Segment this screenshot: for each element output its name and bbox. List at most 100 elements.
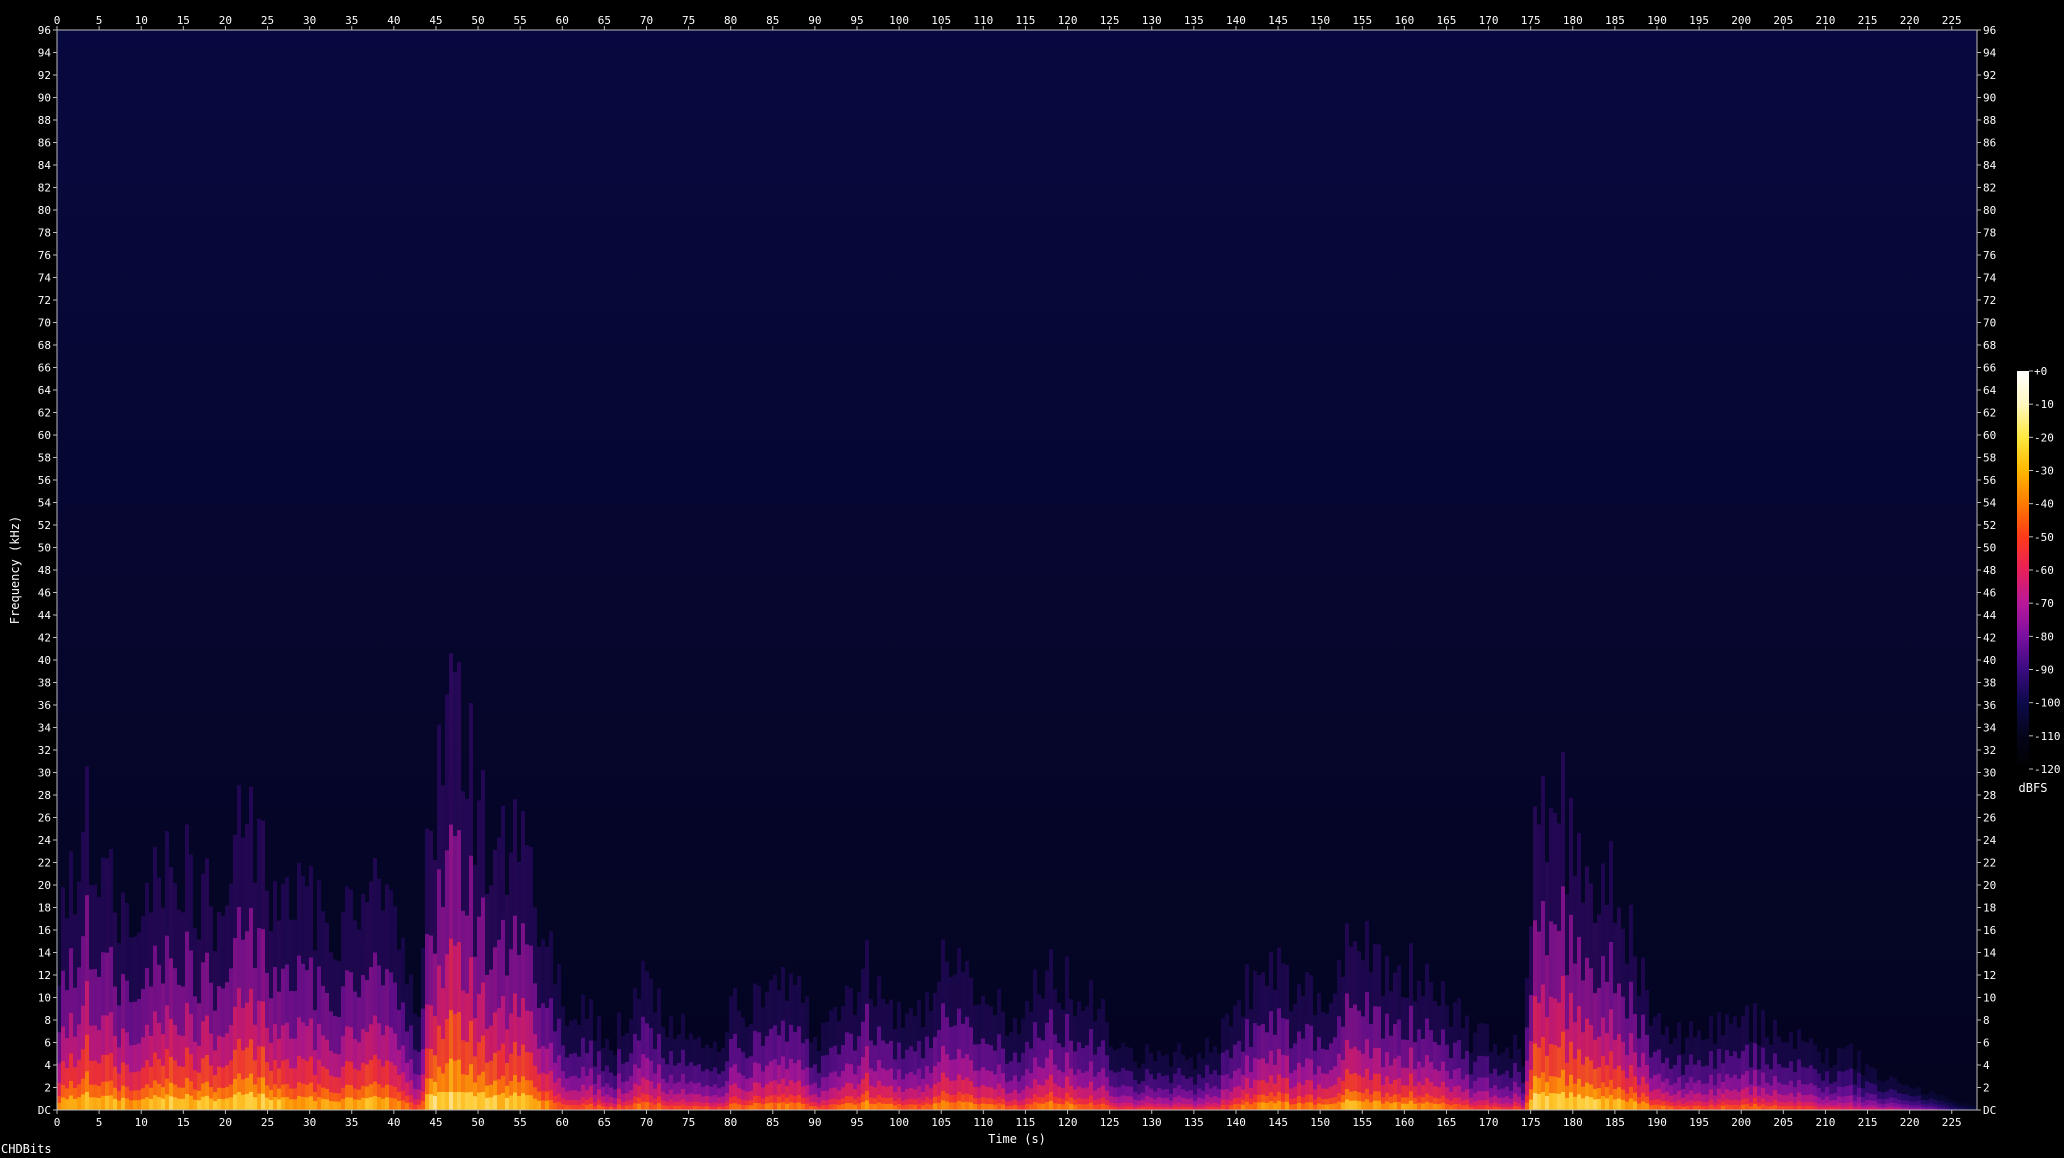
x-tick-label-top: 5 bbox=[96, 14, 103, 27]
spectrogram-column bbox=[1313, 1104, 1317, 1110]
y-tick-label-right: 42 bbox=[1983, 632, 1996, 645]
y-tick-label-right: 14 bbox=[1983, 947, 1997, 960]
spectrogram-column bbox=[665, 1105, 669, 1110]
spectrogram-column bbox=[1793, 1106, 1797, 1110]
spectrogram-column bbox=[1677, 1105, 1681, 1110]
spectrogram-column bbox=[1613, 1099, 1617, 1110]
spectrogram-column bbox=[153, 1095, 157, 1110]
spectrogram-column bbox=[729, 1103, 733, 1110]
spectrogram-column bbox=[1653, 1104, 1657, 1110]
spectrogram-column bbox=[69, 1095, 73, 1110]
x-tick-label-top: 15 bbox=[177, 14, 190, 27]
y-tick-label-right: 54 bbox=[1983, 497, 1997, 510]
spectrogram-column bbox=[945, 1101, 949, 1110]
spectrogram-column bbox=[561, 1104, 565, 1110]
spectrogram-column bbox=[129, 1100, 133, 1110]
spectrogram-column bbox=[117, 1100, 121, 1110]
spectrogram-column bbox=[441, 1092, 445, 1110]
spectrogram-column bbox=[793, 1102, 797, 1110]
x-tick-label-bottom: 55 bbox=[514, 1116, 527, 1129]
spectrogram-column bbox=[481, 1092, 485, 1110]
spectrogram-column bbox=[1457, 1103, 1461, 1110]
x-tick-label-top: 60 bbox=[556, 14, 569, 27]
spectrogram-column bbox=[125, 1098, 129, 1110]
y-tick-label-left: 58 bbox=[38, 452, 51, 465]
spectrogram-column bbox=[625, 1105, 629, 1110]
spectrogram-column bbox=[657, 1103, 661, 1110]
spectrogram-column bbox=[1389, 1103, 1393, 1110]
spectrogram-column bbox=[89, 1097, 93, 1110]
x-tick-label-top: 150 bbox=[1310, 14, 1330, 27]
spectrogram-column bbox=[905, 1104, 909, 1110]
spectrogram-column bbox=[201, 1096, 205, 1110]
x-tick-label-bottom: 135 bbox=[1184, 1116, 1204, 1129]
y-tick-label-right: 84 bbox=[1983, 159, 1997, 172]
x-tick-label-bottom: 220 bbox=[1900, 1116, 1920, 1129]
spectrogram-column bbox=[333, 1101, 337, 1110]
spectrogram-column bbox=[1737, 1105, 1741, 1110]
spectrogram-column bbox=[109, 1095, 113, 1110]
spectrogram-column bbox=[997, 1103, 1001, 1110]
spectrogram-column bbox=[1433, 1103, 1437, 1110]
x-tick-label-bottom: 80 bbox=[724, 1116, 737, 1129]
spectrogram-column bbox=[693, 1106, 697, 1110]
y-tick-label-left: 26 bbox=[38, 812, 51, 825]
spectrogram-column bbox=[121, 1097, 125, 1110]
y-tick-label-right: 10 bbox=[1983, 992, 1996, 1005]
y-tick-label-right: 30 bbox=[1983, 767, 1996, 780]
spectrogram-column bbox=[445, 1092, 449, 1110]
spectrogram-column bbox=[705, 1106, 709, 1110]
y-tick-label-right: 44 bbox=[1983, 609, 1997, 622]
spectrogram-column bbox=[1625, 1101, 1629, 1110]
x-tick-label-top: 110 bbox=[973, 14, 993, 27]
spectrogram-column bbox=[629, 1104, 633, 1110]
y-tick-label-right: 22 bbox=[1983, 857, 1996, 870]
y-tick-label-left: 8 bbox=[44, 1014, 51, 1027]
y-tick-label-right: 96 bbox=[1983, 24, 1996, 37]
spectrogram-column bbox=[957, 1100, 961, 1110]
spectrogram-column bbox=[1585, 1096, 1589, 1110]
spectrogram-column bbox=[1785, 1106, 1789, 1110]
spectrogram-column bbox=[1097, 1104, 1101, 1110]
spectrogram-column bbox=[477, 1092, 481, 1110]
y-tick-label-left: 54 bbox=[38, 497, 52, 510]
spectrogram-column bbox=[461, 1092, 465, 1110]
y-tick-label-right: 20 bbox=[1983, 879, 1996, 892]
spectrogram-column bbox=[1601, 1096, 1605, 1110]
spectrogram-column bbox=[301, 1096, 305, 1110]
spectrogram-column bbox=[1221, 1104, 1225, 1110]
spectrogram-column bbox=[1641, 1101, 1645, 1110]
spectrogram-column bbox=[93, 1097, 97, 1110]
y-tick-label-left: 10 bbox=[38, 992, 51, 1005]
spectrogram-column bbox=[193, 1099, 197, 1110]
spectrogram-column bbox=[549, 1099, 553, 1110]
spectrogram-column bbox=[1349, 1100, 1353, 1110]
y-tick-label-left: 14 bbox=[38, 947, 52, 960]
x-tick-label-top: 0 bbox=[54, 14, 61, 27]
spectrogram-column bbox=[1377, 1100, 1381, 1110]
x-tick-label-bottom: 5 bbox=[96, 1116, 103, 1129]
y-tick-label-left: 72 bbox=[38, 294, 51, 307]
x-tick-label-top: 70 bbox=[640, 14, 653, 27]
spectrogram-column bbox=[1645, 1103, 1649, 1110]
spectrogram-column bbox=[1481, 1105, 1485, 1110]
y-tick-label-right: 72 bbox=[1983, 294, 1996, 307]
spectrogram-column bbox=[1125, 1106, 1129, 1110]
spectrogram-column bbox=[1041, 1103, 1045, 1110]
spectrogram-column bbox=[1401, 1103, 1405, 1110]
y-tick-label-left: 68 bbox=[38, 339, 51, 352]
spectrogram-column bbox=[1109, 1106, 1113, 1110]
x-tick-label-top: 50 bbox=[471, 14, 484, 27]
spectrogram-column bbox=[701, 1106, 705, 1110]
spectrogram-column bbox=[977, 1104, 981, 1110]
x-tick-label-top: 215 bbox=[1858, 14, 1878, 27]
x-tick-label-top: 165 bbox=[1437, 14, 1457, 27]
spectrogram-column bbox=[745, 1105, 749, 1110]
y-tick-label-right: 34 bbox=[1983, 722, 1997, 735]
spectrogram-column bbox=[1557, 1093, 1561, 1110]
x-tick-label-top: 25 bbox=[261, 14, 274, 27]
spectrogram-column bbox=[985, 1104, 989, 1110]
spectrogram-column bbox=[1597, 1099, 1601, 1110]
x-tick-label-top: 40 bbox=[387, 14, 400, 27]
spectrogram-column bbox=[417, 1104, 421, 1110]
